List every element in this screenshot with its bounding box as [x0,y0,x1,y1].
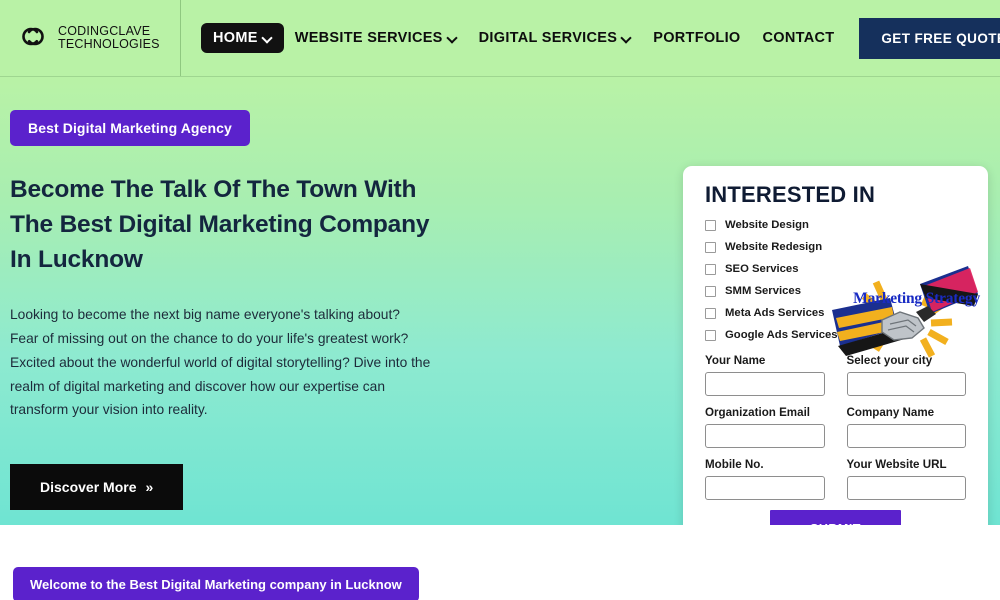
field-mobile-no: Mobile No. [705,458,825,500]
chevron-down-icon [448,34,457,43]
nav-item-label: DIGITAL SERVICES [478,30,618,46]
interest-form-card: INTERESTED IN Marketing Strategy Website… [683,166,988,525]
field-your-name: Your Name [705,354,825,396]
site-header: CODINGCLAVE TECHNOLOGIES HOME WEBSITE SE… [0,0,1000,77]
submit-row: SUBMIT [705,510,966,525]
mobile-no-input[interactable] [705,476,825,500]
nav-item-home[interactable]: HOME [201,23,284,53]
interest-checkbox-list: Website Design Website Redesign SEO Serv… [705,216,966,344]
nav-item-label: PORTFOLIO [653,30,741,46]
nav-item-label: CONTACT [762,30,835,46]
checkbox-label: SEO Services [725,263,799,275]
logo-line-1: CODINGCLAVE [58,23,151,38]
discover-more-button[interactable]: Discover More » [10,463,184,510]
hero-paragraph: Looking to become the next big name ever… [10,307,431,418]
field-company-name: Company Name [846,406,966,448]
checkbox-label: Meta Ads Services [725,307,825,319]
main-navigation: HOME WEBSITE SERVICES DIGITAL SERVICES P… [181,0,1000,76]
select-your-city-input[interactable] [846,372,966,396]
nav-item-website-services[interactable]: WEBSITE SERVICES [284,24,468,52]
get-free-quote-button[interactable]: GET FREE QUOTE » [859,17,1000,59]
hero-badge[interactable]: Best Digital Marketing Agency [10,110,250,146]
checkbox-row-website-redesign[interactable]: Website Redesign [705,238,966,256]
nav-item-label: WEBSITE SERVICES [294,30,443,46]
hero-section: Best Digital Marketing Agency Become The… [0,77,1000,525]
your-website-url-input[interactable] [846,476,966,500]
double-chevron-right-icon: » [145,478,154,495]
field-your-website-url: Your Website URL [846,458,966,500]
checkbox-row-google-ads-services[interactable]: Google Ads Services [705,326,966,344]
nav-item-contact[interactable]: CONTACT [752,24,846,52]
page-title: Become The Talk Of The Town With The Bes… [10,176,430,273]
field-organization-email: Organization Email [705,406,825,448]
logo[interactable]: CODINGCLAVE TECHNOLOGIES [0,0,181,76]
checkbox-icon[interactable] [705,241,716,253]
hero-content: Best Digital Marketing Agency Become The… [10,110,450,510]
nav-item-portfolio[interactable]: PORTFOLIO [642,24,751,52]
field-label: Your Website URL [846,458,947,471]
nav-item-digital-services[interactable]: DIGITAL SERVICES [468,24,643,52]
field-label: Company Name [846,406,935,419]
marketing-strategy-caption: Marketing Strategy [853,290,980,307]
field-select-your-city: Select your city [846,354,966,396]
checkbox-label: SMM Services [725,285,801,297]
your-name-input[interactable] [705,372,825,396]
organization-email-input[interactable] [705,424,825,448]
field-label: Select your city [846,354,933,367]
interlocking-rings-logo-icon [16,23,50,53]
nav-item-label: HOME [213,30,258,46]
bottom-section: Welcome to the Best Digital Marketing co… [0,525,1000,600]
logo-line-2: TECHNOLOGIES [58,37,160,51]
checkbox-label: Website Redesign [725,241,823,253]
get-free-quote-label: GET FREE QUOTE [881,30,1000,46]
checkbox-icon[interactable] [705,329,716,341]
checkbox-icon[interactable] [705,307,716,319]
checkbox-label: Website Design [725,219,809,231]
submit-button[interactable]: SUBMIT [770,510,901,525]
field-label: Mobile No. [705,458,764,471]
checkbox-row-website-design[interactable]: Website Design [705,216,966,234]
company-name-input[interactable] [846,424,966,448]
discover-more-label: Discover More [40,478,137,495]
checkbox-icon[interactable] [705,263,716,275]
checkbox-icon[interactable] [705,285,716,297]
form-title: INTERESTED IN [705,182,876,207]
field-label: Your Name [705,354,766,367]
welcome-badge[interactable]: Welcome to the Best Digital Marketing co… [13,567,419,600]
chevron-down-icon [263,34,272,43]
form-fields: Your Name Select your city Organization … [705,354,966,525]
checkbox-label: Google Ads Services [725,329,838,341]
logo-wordmark: CODINGCLAVE TECHNOLOGIES [58,23,160,52]
field-label: Organization Email [705,406,811,419]
checkbox-icon[interactable] [705,219,716,231]
chevron-down-icon [622,34,631,43]
checkbox-row-seo-services[interactable]: SEO Services [705,260,966,278]
